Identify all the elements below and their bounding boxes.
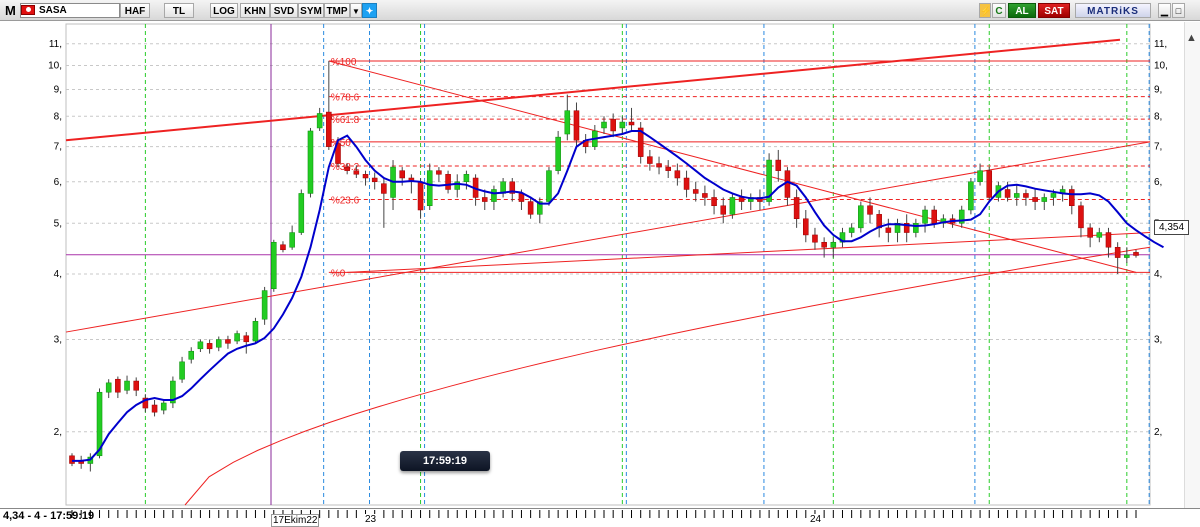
x-label-24: 24	[809, 514, 823, 525]
status-readout: 4,34 - 4 - 17:59:19	[3, 510, 95, 522]
x-label-17ekim22: 17Ekim22	[271, 514, 320, 527]
x-axis	[71, 510, 1137, 518]
x-label-23: 23	[364, 514, 378, 525]
